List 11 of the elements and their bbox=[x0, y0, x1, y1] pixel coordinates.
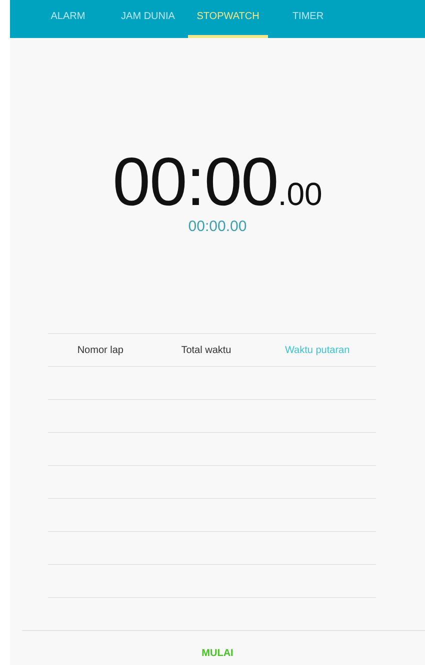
column-header[interactable]: Total waktu bbox=[181, 344, 232, 356]
column-header[interactable]: Nomor lap bbox=[77, 344, 124, 356]
stopwatch-fraction: .00 bbox=[278, 176, 322, 213]
start-button[interactable]: MULAI bbox=[192, 646, 244, 665]
tab[interactable]: STOPWATCH bbox=[188, 0, 268, 38]
tab[interactable]: ALARM bbox=[28, 0, 108, 38]
tab[interactable]: TIMER bbox=[268, 0, 348, 38]
stopwatch-time: 00:00 bbox=[112, 146, 278, 218]
column-header[interactable]: Waktu putaran bbox=[284, 344, 350, 356]
lap-time: 00:00.00 bbox=[188, 218, 247, 235]
tab[interactable]: JAM DUNIA bbox=[108, 0, 188, 38]
